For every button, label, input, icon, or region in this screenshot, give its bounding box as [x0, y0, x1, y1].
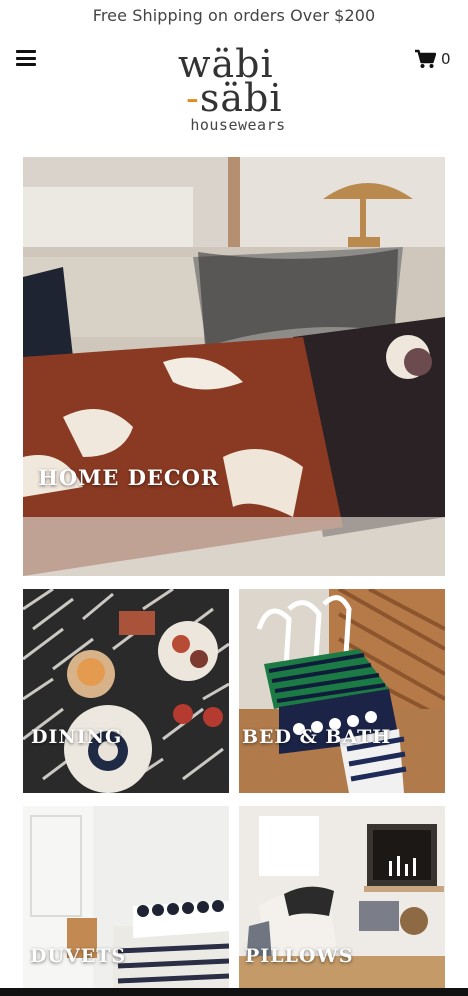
category-label: DUVETS — [30, 945, 127, 967]
logo[interactable]: wäbi -säbi housewears — [170, 40, 298, 136]
category-tile-duvets[interactable]: DUVETS — [23, 806, 229, 988]
category-tile-pillows[interactable]: PILLOWS — [239, 806, 445, 988]
dining-image — [23, 589, 229, 793]
home-decor-image — [23, 157, 445, 576]
category-label: DINING — [31, 726, 123, 748]
category-label: HOME DECOR — [38, 465, 220, 490]
cart-button[interactable]: 0 — [414, 48, 451, 70]
logo-line3: housewears — [190, 116, 286, 134]
category-tile-dining[interactable]: DINING — [23, 589, 229, 793]
category-tile-home-decor[interactable]: HOME DECOR — [23, 157, 445, 576]
hamburger-menu-icon[interactable] — [16, 50, 36, 66]
category-tile-bed-bath[interactable]: BED & BATH — [239, 589, 445, 793]
bed-bath-image — [239, 589, 445, 793]
category-label: PILLOWS — [245, 945, 354, 967]
cart-count: 0 — [441, 50, 451, 68]
logo-line2: -säbi — [186, 76, 283, 120]
category-label: BED & BATH — [242, 726, 392, 748]
shopping-cart-icon — [415, 49, 436, 68]
announcement-bar: Free Shipping on orders Over $200 — [92, 6, 376, 25]
bottom-bar — [0, 988, 468, 996]
